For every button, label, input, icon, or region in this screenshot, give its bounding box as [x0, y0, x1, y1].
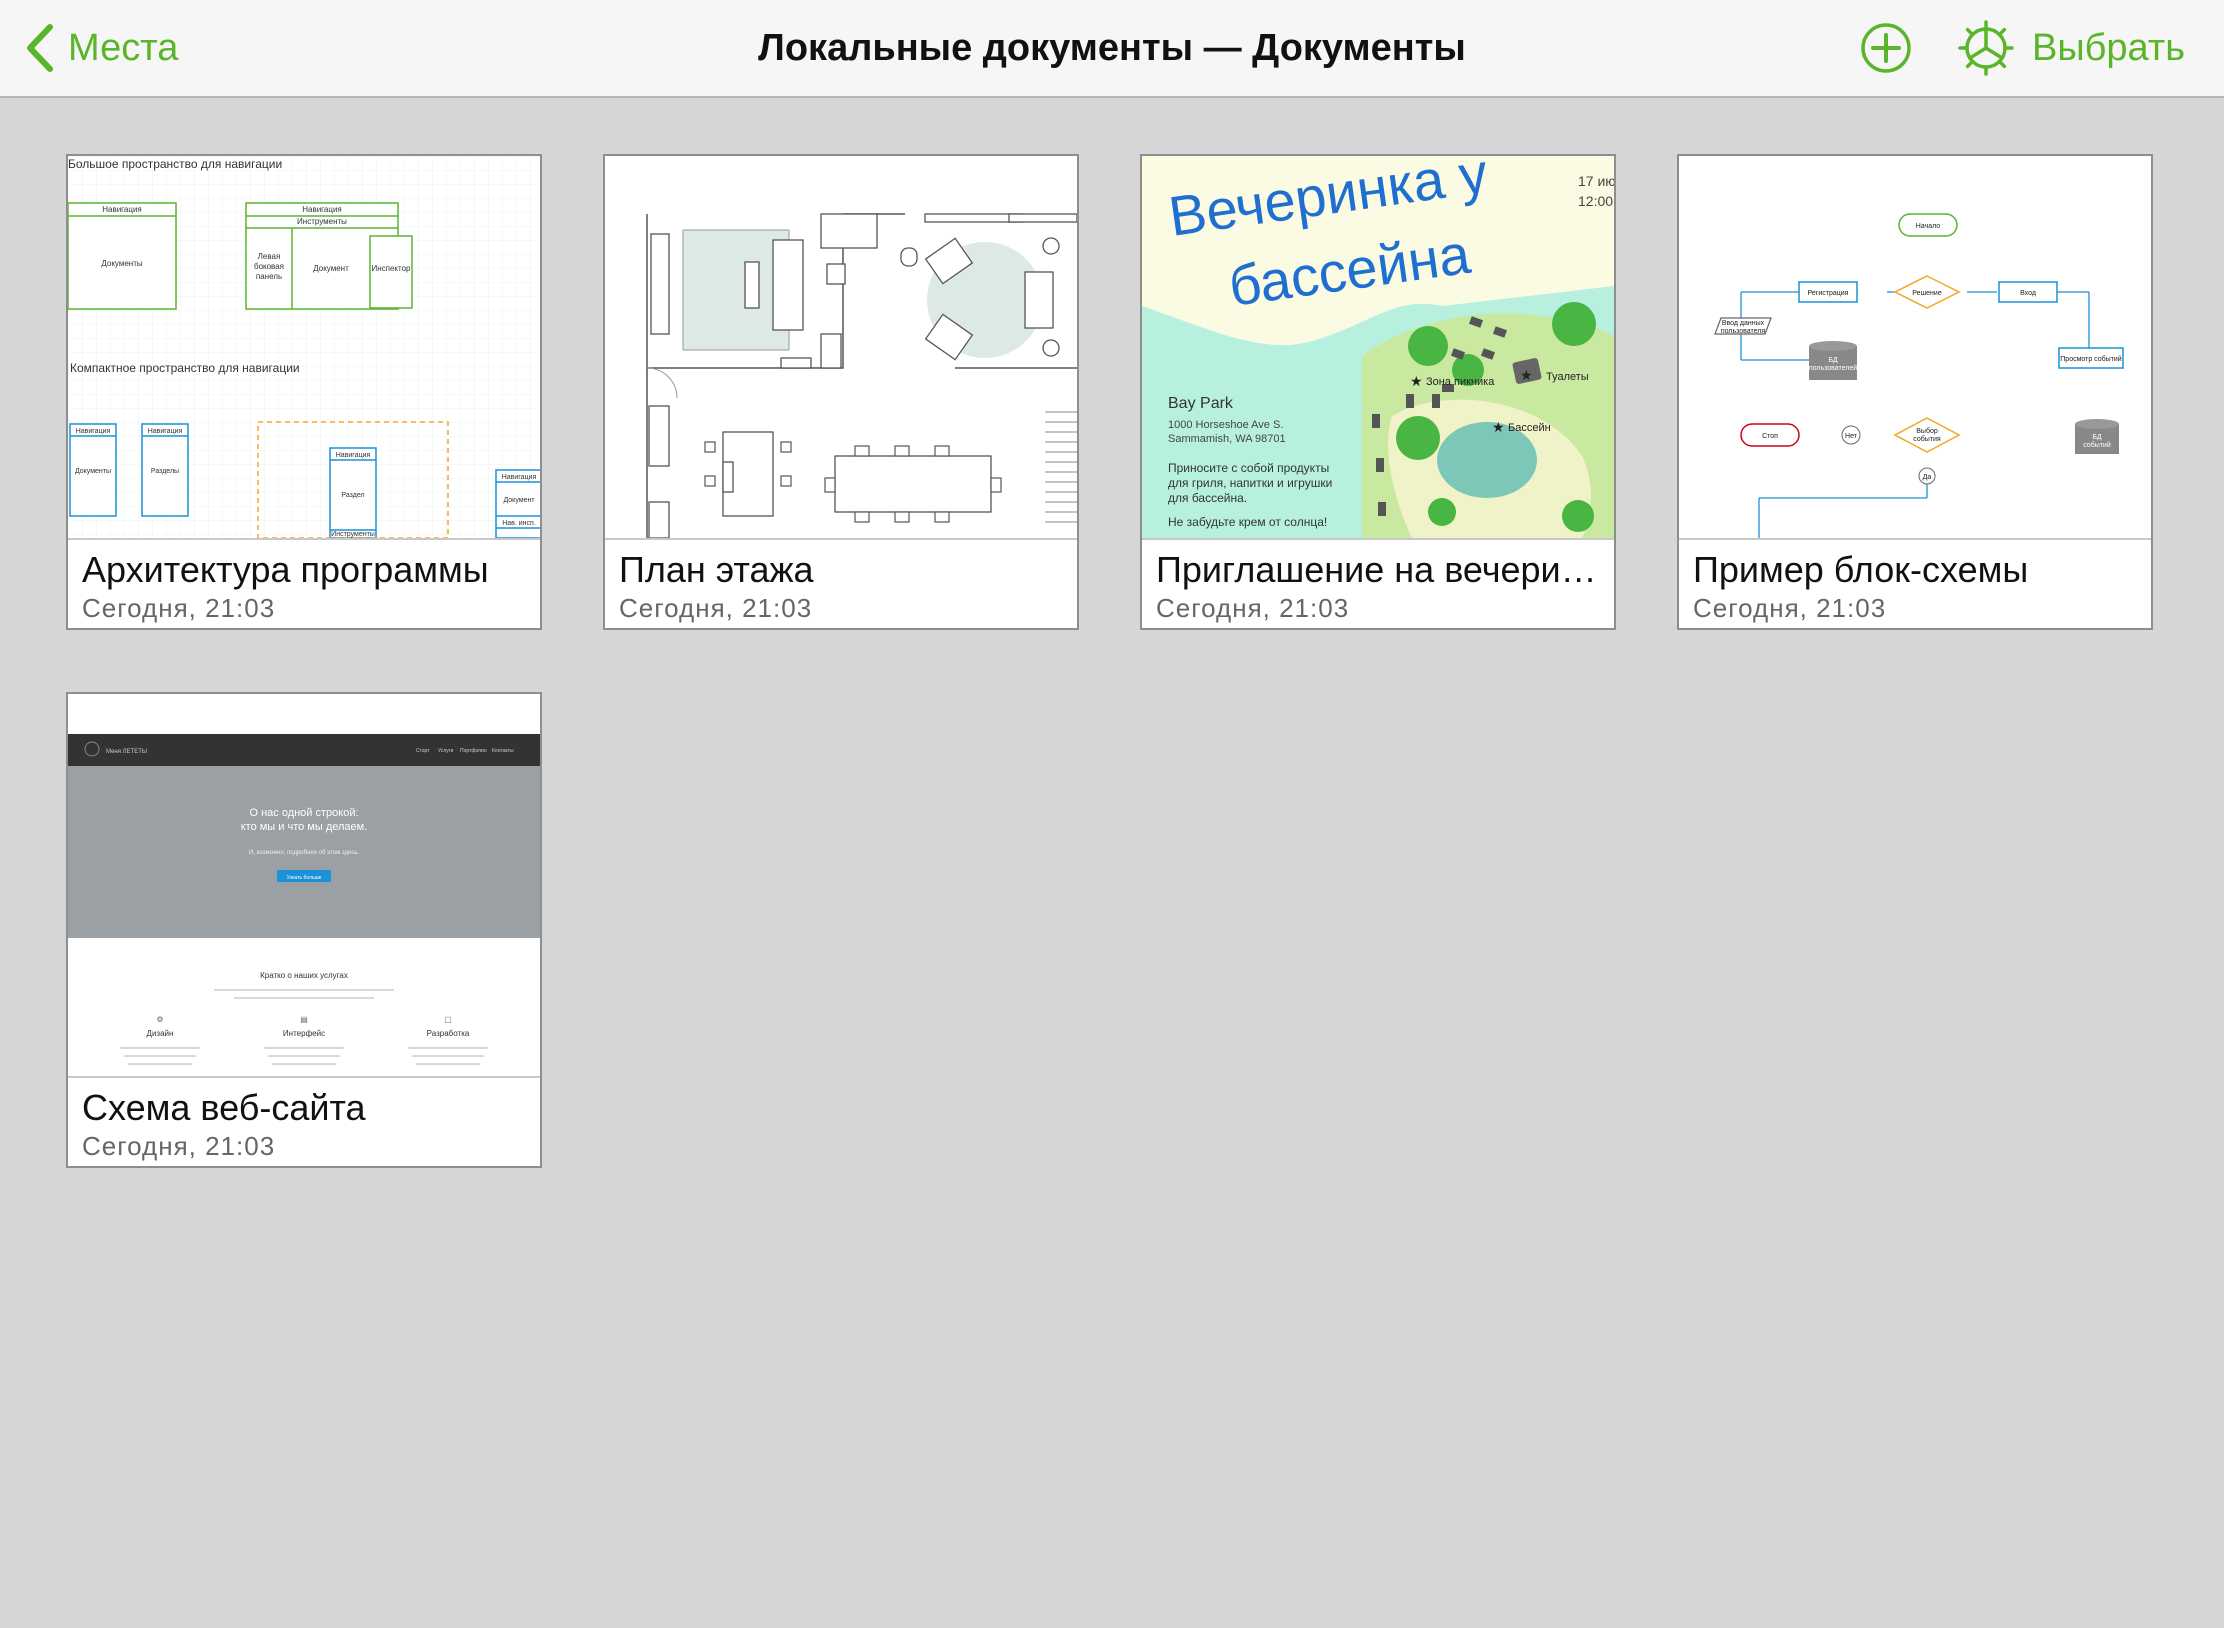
svg-text:Левая: Левая [258, 252, 281, 261]
document-date: Сегодня, 21:03 [619, 593, 813, 623]
document-date: Сегодня, 21:03 [1156, 593, 1350, 623]
svg-text:Узнать больше: Узнать больше [287, 875, 322, 881]
svg-text:★: ★ [1520, 367, 1533, 383]
document-thumbnail [605, 156, 1077, 538]
svg-text:пользователя: пользователя [1721, 328, 1766, 335]
document-info: Архитектура программы Сегодня, 21:03 [68, 538, 540, 628]
svg-text:И, возможно, подробнее об этом: И, возможно, подробнее об этом здесь. [249, 850, 360, 856]
document-date: Сегодня, 21:03 [82, 1131, 276, 1161]
svg-text:боковая: боковая [254, 262, 284, 271]
svg-text:Вход: Вход [2020, 290, 2036, 297]
svg-text:Навигация: Навигация [76, 428, 111, 435]
svg-text:Не забудьте крем от солнца!: Не забудьте крем от солнца! [1168, 515, 1327, 529]
svg-text:Bay Park: Bay Park [1168, 395, 1234, 412]
add-document-button[interactable] [1860, 22, 1912, 74]
svg-text:Инспектор: Инспектор [371, 264, 411, 273]
svg-text:для бассейна.: для бассейна. [1168, 491, 1247, 505]
svg-text:Зона пикника: Зона пикника [1426, 376, 1495, 388]
svg-text:Навигация: Навигация [102, 205, 142, 214]
svg-text:БД: БД [2092, 434, 2102, 441]
svg-text:Навигация: Навигация [502, 474, 537, 481]
svg-text:Инструменты: Инструменты [297, 217, 347, 226]
svg-text:Стоп: Стоп [1762, 433, 1778, 440]
svg-text:Дизайн: Дизайн [147, 1029, 174, 1038]
svg-text:12:00: 12:00 [1578, 193, 1613, 209]
svg-text:Ввод данных: Ввод данных [1722, 320, 1765, 327]
svg-text:Туалеты: Туалеты [1546, 371, 1589, 383]
svg-text:события: события [1913, 435, 1941, 443]
document-name: Схема веб-сайта [82, 1087, 366, 1128]
svg-text:Раздел: Раздел [341, 492, 364, 499]
gear-icon [1958, 20, 2014, 76]
document-info: Схема веб-сайта Сегодня, 21:03 [68, 1076, 540, 1166]
svg-text:Инструменты: Инструменты [331, 531, 375, 538]
svg-text:Документ: Документ [503, 497, 535, 504]
svg-text:Большое пространство для навиг: Большое пространство для навигации [68, 157, 282, 171]
document-thumbnail: Меня ЛЕТЕТЬ! Старт Услуги Портфолио Конт… [68, 694, 540, 1076]
document-card[interactable]: Меня ЛЕТЕТЬ! Старт Услуги Портфолио Конт… [66, 692, 542, 1168]
plus-circle-icon [1861, 23, 1911, 73]
svg-text:Разработка: Разработка [427, 1029, 470, 1038]
svg-text:панель: панель [256, 272, 282, 281]
svg-text:1000 Horseshoe Ave S.: 1000 Horseshoe Ave S. [1168, 419, 1283, 431]
svg-text:★: ★ [1492, 419, 1505, 435]
select-button[interactable]: Выбрать [2032, 22, 2185, 74]
svg-text:Навигация: Навигация [302, 205, 342, 214]
svg-text:Бассейн: Бассейн [1508, 422, 1551, 434]
svg-text:Интерфейс: Интерфейс [283, 1029, 325, 1038]
svg-text:Портфолио: Портфолио [460, 748, 487, 754]
svg-text:пользователей: пользователей [1809, 364, 1857, 372]
svg-text:Да: Да [1923, 474, 1932, 481]
svg-text:Нет: Нет [1845, 433, 1858, 440]
svg-text:кто мы и что мы делаем.: кто мы и что мы делаем. [241, 821, 368, 833]
svg-text:БД: БД [1828, 357, 1838, 364]
document-card[interactable]: Большое пространство для навигации Навиг… [66, 154, 542, 630]
document-name: Приглашение на вечеринку у бассейна [1156, 549, 1606, 590]
svg-text:Просмотр событий: Просмотр событий [2060, 355, 2122, 363]
svg-text:Меня ЛЕТЕТЬ!: Меня ЛЕТЕТЬ! [106, 749, 148, 755]
document-info: Приглашение на вечеринку у бассейна Сего… [1142, 538, 1614, 628]
document-date: Сегодня, 21:03 [82, 593, 276, 623]
document-card[interactable]: Начало Регистрация Решение Вход Ввод дан… [1677, 154, 2153, 630]
svg-text:Навигация: Навигация [336, 452, 371, 459]
svg-text:Sammamish, WA 98701: Sammamish, WA 98701 [1168, 433, 1286, 445]
document-card[interactable]: Вечеринка у бассейна 17 ию 12:00 Bay Par… [1140, 154, 1616, 630]
svg-text:Контакты: Контакты [492, 748, 514, 754]
navigation-bar: Места Локальные документы — Документы Вы… [0, 0, 2224, 98]
svg-text:▤: ▤ [300, 1015, 308, 1024]
document-info: Пример блок-схемы Сегодня, 21:03 [1679, 538, 2151, 628]
svg-text:событий: событий [2083, 441, 2111, 449]
svg-text:⚙: ⚙ [156, 1015, 163, 1024]
svg-text:★: ★ [1410, 373, 1423, 389]
svg-text:Компактное пространство для на: Компактное пространство для навигации [70, 361, 300, 375]
svg-text:Навигация: Навигация [148, 428, 183, 435]
document-date: Сегодня, 21:03 [1693, 593, 1887, 623]
svg-text:17 ию: 17 ию [1578, 173, 1614, 189]
document-card[interactable]: План этажа Сегодня, 21:03 [603, 154, 1079, 630]
svg-text:▢: ▢ [444, 1015, 452, 1024]
svg-text:Решение: Решение [1912, 290, 1942, 297]
svg-text:Регистрация: Регистрация [1808, 290, 1849, 297]
svg-text:Выбор: Выбор [1916, 427, 1938, 435]
document-thumbnail: Вечеринка у бассейна 17 ию 12:00 Bay Par… [1142, 156, 1614, 538]
svg-text:Старт: Старт [416, 748, 430, 754]
svg-text:Услуги: Услуги [438, 748, 454, 754]
svg-text:для гриля, напитки и игрушки: для гриля, напитки и игрушки [1168, 476, 1332, 490]
svg-text:Разделы: Разделы [151, 468, 179, 475]
document-name: План этажа [619, 549, 814, 590]
svg-text:Нав. инсп.: Нав. инсп. [502, 520, 536, 527]
svg-text:Документ: Документ [313, 264, 349, 273]
document-thumbnail: Начало Регистрация Решение Вход Ввод дан… [1679, 156, 2151, 538]
document-name: Пример блок-схемы [1693, 549, 2029, 590]
svg-text:Кратко о наших услугах: Кратко о наших услугах [260, 971, 348, 980]
svg-text:Документы: Документы [101, 259, 142, 268]
svg-text:Приносите с собой продукты: Приносите с собой продукты [1168, 461, 1329, 475]
document-info: План этажа Сегодня, 21:03 [605, 538, 1077, 628]
document-name: Архитектура программы [82, 549, 489, 590]
document-thumbnail: Большое пространство для навигации Навиг… [68, 156, 540, 538]
svg-text:Документы: Документы [75, 468, 111, 475]
settings-button[interactable] [1956, 18, 2016, 78]
svg-text:О нас одной строкой:: О нас одной строкой: [249, 807, 358, 819]
svg-text:Начало: Начало [1916, 223, 1940, 230]
